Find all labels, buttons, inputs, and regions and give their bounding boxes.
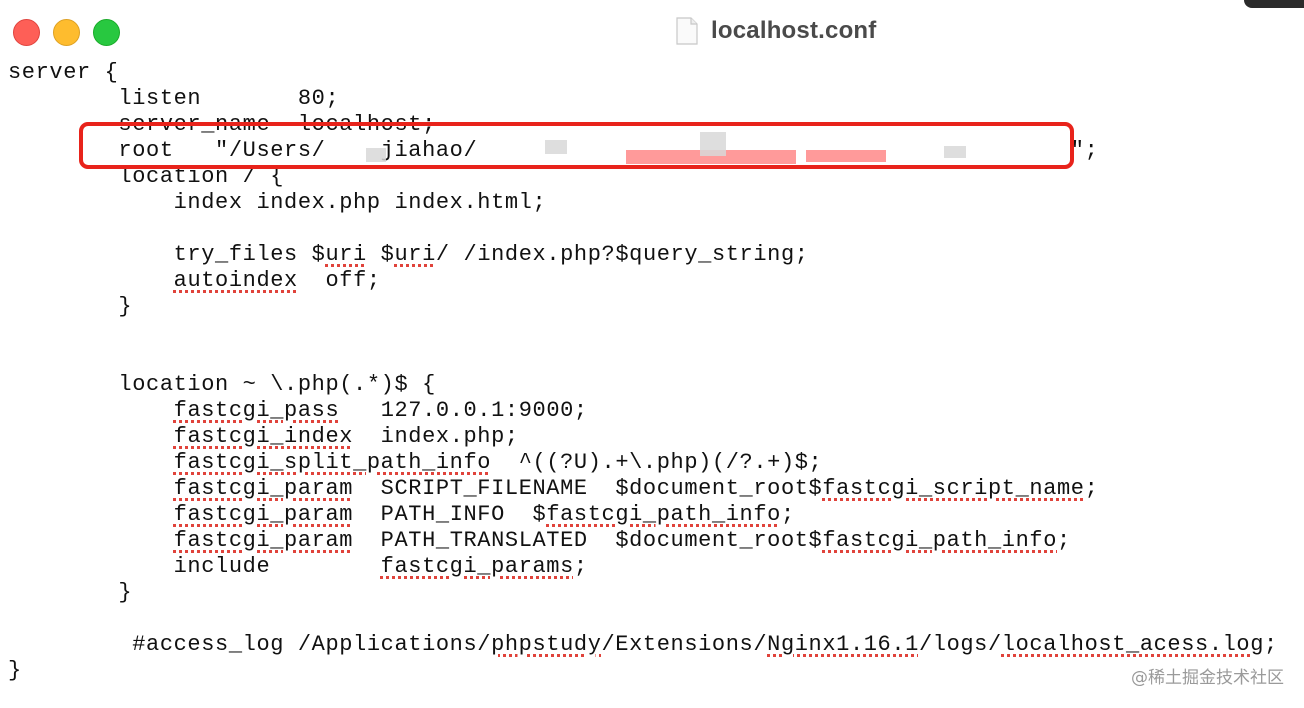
code-line: try_files $uri $uri/ /index.php?$query_s… [8, 242, 809, 267]
document-icon [676, 17, 698, 45]
code-line: #access_log /Applications/phpstudy/Exten… [8, 632, 1278, 657]
code-line: autoindex off; [173, 268, 381, 293]
code-line: } [8, 580, 133, 605]
code-line: fastcgi_split_path_info ^((?U).+\.php)(/… [173, 450, 823, 475]
window-titlebar: localhost.conf [0, 0, 1304, 62]
code-line: fastcgi_param PATH_INFO $fastcgi_path_in… [173, 502, 795, 527]
code-line: server { [8, 60, 119, 85]
window-title-group: localhost.conf [676, 16, 876, 46]
code-line: fastcgi_param PATH_TRANSLATED $document_… [173, 528, 1071, 553]
code-line: fastcgi_param SCRIPT_FILENAME $document_… [173, 476, 1099, 501]
window-title: localhost.conf [711, 17, 877, 44]
zoom-window-button[interactable] [93, 19, 120, 46]
code-line: index index.php index.html; [8, 190, 547, 215]
code-line: fastcgi_pass 127.0.0.1:9000; [173, 398, 588, 423]
code-line: include fastcgi_params; [8, 554, 588, 579]
close-window-button[interactable] [13, 19, 40, 46]
code-line: location ~ \.php(.*)$ { [8, 372, 436, 397]
minimize-window-button[interactable] [53, 19, 80, 46]
highlight-annotation-box [79, 122, 1074, 169]
code-line: } [8, 658, 22, 683]
code-line: } [8, 294, 133, 319]
code-line: listen 80; [8, 86, 340, 111]
watermark: @稀土掘金技术社区 [1131, 668, 1284, 688]
window-corner [1244, 0, 1304, 8]
code-line: fastcgi_index index.php; [173, 424, 519, 449]
